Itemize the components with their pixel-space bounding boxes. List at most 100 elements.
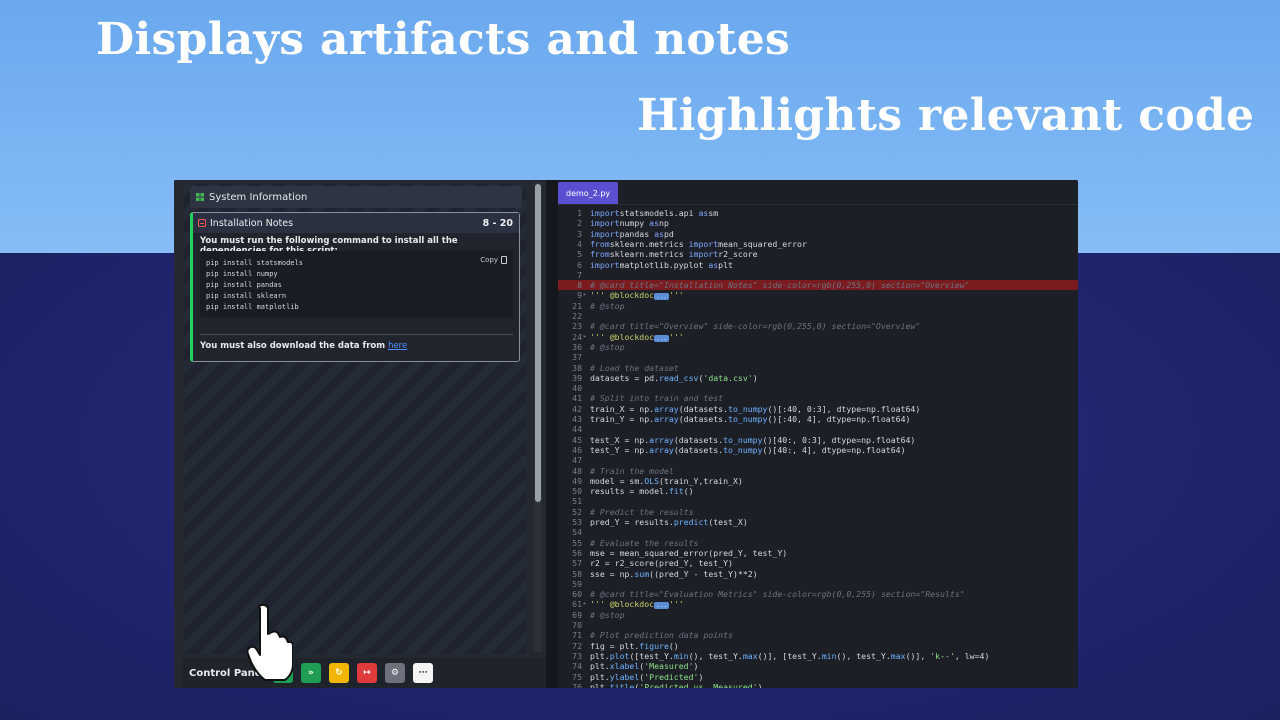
code-text: # @card title="Evaluation Metrics" side-… [590,589,965,599]
code-token: to_numpy [723,434,763,445]
left-scrollbar[interactable] [534,182,542,652]
code-token: import [688,238,719,249]
code-line: 53 pred_Y = results.predict(test_X) [558,517,1078,527]
code-token: ''' @blockdoc [590,331,655,342]
code-line: 48 # Train the model [558,466,1078,476]
code-token: ''' [668,599,684,610]
line-number: 52 [572,506,582,517]
line-number: 60 [572,589,582,600]
code-token: datasets = pd. [590,372,660,383]
copy-button[interactable]: Copy [480,256,507,264]
code-token: as [654,228,664,239]
code-line: 2 importnumpy asnp [558,218,1078,228]
code-token: numpy [619,218,650,229]
code-token: sse = np. [590,568,635,579]
code-line: 61 ▸ ''' @blockdoc... ''' [558,599,1078,610]
code-token: 'Predicted' [644,671,699,682]
card-header[interactable]: Installation Notes 8 - 20 [193,213,519,233]
code-line: 52 # Predict the results [558,507,1078,517]
code-text: pred_Y = results.predict(test_X) [590,517,748,527]
card-divider [200,334,513,335]
code-token: ()], [905,650,931,661]
code-token: import [590,208,620,218]
code-text: datasets = pd.read_csv('data.csv') [590,373,758,383]
code-text: # Plot prediction data points [590,630,733,640]
download-link[interactable]: here [388,341,407,351]
code-line: 71 # Plot prediction data points [558,630,1078,640]
code-text: fig = plt.figure() [590,641,679,651]
left-pane: System Information Installation Notes 8 … [174,180,546,688]
code-token: as [649,218,660,229]
code-token: xlabel [609,661,640,672]
code-token: from [590,238,610,249]
collapse-icon[interactable] [198,219,206,227]
code-token: min [821,650,837,661]
code-line: 76 plt.title('Predicted vs. Measured') [558,682,1078,688]
code-line: 23 # @card title="Overview" side-color=rg… [558,321,1078,331]
code-line: pip install pandas [206,281,282,289]
code-text: # Predict the results [590,507,694,517]
code-line: 46 test_Y = np.array(datasets.to_numpy()[… [558,445,1078,455]
pane-divider[interactable] [546,180,558,688]
code-text: r2 = r2_score(pred_Y, test_Y) [590,558,733,568]
code-token: ((pred_Y - test_Y)**2) [649,568,758,579]
code-token: # @card title="Overview" side-color=rgb(… [590,321,921,332]
code-token: import [590,259,620,270]
line-number: 2 [577,218,582,229]
code-token: plt. [590,650,610,661]
line-number: 75 [572,671,582,682]
code-token: ()[:40, 0:3], dtype=np.float64) [767,403,921,414]
code-token: array [649,444,674,455]
exit-button[interactable]: ↦ [356,663,377,683]
code-line: 55 # Evaluate the results [558,538,1078,548]
code-line: 6 importmatplotlib.pyplot asplt [558,260,1078,270]
code-token: # Split into train and test [590,393,724,404]
code-token: ''' [668,290,684,301]
refresh-button[interactable]: ↻ [328,663,349,683]
code-token: pd [663,228,674,239]
code-token: import [688,249,719,260]
code-line: pip install sklearn [206,292,287,300]
scrollbar-thumb[interactable] [535,184,541,502]
line-number: 46 [572,444,582,455]
code-token: # @card title="Evaluation Metrics" side-… [590,589,965,600]
code-text: # Load the dataset [590,363,679,373]
line-number: 55 [572,537,582,548]
code-token: read_csv [659,372,699,383]
notes-scroll-area[interactable]: System Information Installation Notes 8 … [184,184,526,654]
code-line: 73 plt.plot([test_Y.min(), test_Y.max()],… [558,651,1078,661]
line-number: 9 [577,290,582,301]
settings-button[interactable]: ⚙ [384,663,405,683]
code-area[interactable]: 1 importstatsmodels.api assm 2 importnumpy … [558,208,1078,688]
exit-icon: ↦ [363,668,371,678]
code-line: 45 test_X = np.array(datasets.to_numpy()[… [558,435,1078,445]
code-token: to_numpy [723,444,763,455]
code-text: results = model.fit() [590,486,694,496]
fold-chevron-icon[interactable]: ▸ [583,290,587,300]
collapsed-badge[interactable]: ... [654,602,669,610]
fast-forward-button[interactable]: » [300,663,321,683]
code-line: 36 # @stop [558,342,1078,352]
code-token: matplotlib.pyplot [619,259,709,270]
collapsed-badge[interactable]: ... [654,334,669,342]
code-text: # Evaluate the results [590,538,698,548]
collapsed-badge[interactable]: ... [654,293,669,301]
code-token: to_numpy [728,414,768,424]
fold-chevron-icon[interactable]: ▸ [583,332,587,342]
line-number: 41 [572,393,582,404]
headline-artifacts: Displays artifacts and notes [96,14,791,65]
code-token: ()[40:, 4], dtype=np.float64) [762,444,906,455]
code-line: 57 r2 = r2_score(pred_Y, test_Y) [558,558,1078,568]
network-button[interactable]: ⋯ [412,663,433,683]
code-text: # @stop [590,342,625,352]
code-token: train_X = np. [590,403,655,414]
line-number: 3 [577,228,582,239]
fast-forward-icon: » [308,668,314,678]
code-line: 60 # @card title="Evaluation Metrics" sid… [558,589,1078,599]
system-information-header[interactable]: System Information [190,186,522,208]
card-line-range[interactable]: 8 - 20 [483,218,513,229]
code-token: (datasets. [673,444,724,455]
code-text: plt.title('Predicted vs. Measured') [590,682,763,688]
tab-demo-2[interactable]: demo_2.py [558,182,619,204]
fold-chevron-icon[interactable]: ▸ [583,599,587,609]
